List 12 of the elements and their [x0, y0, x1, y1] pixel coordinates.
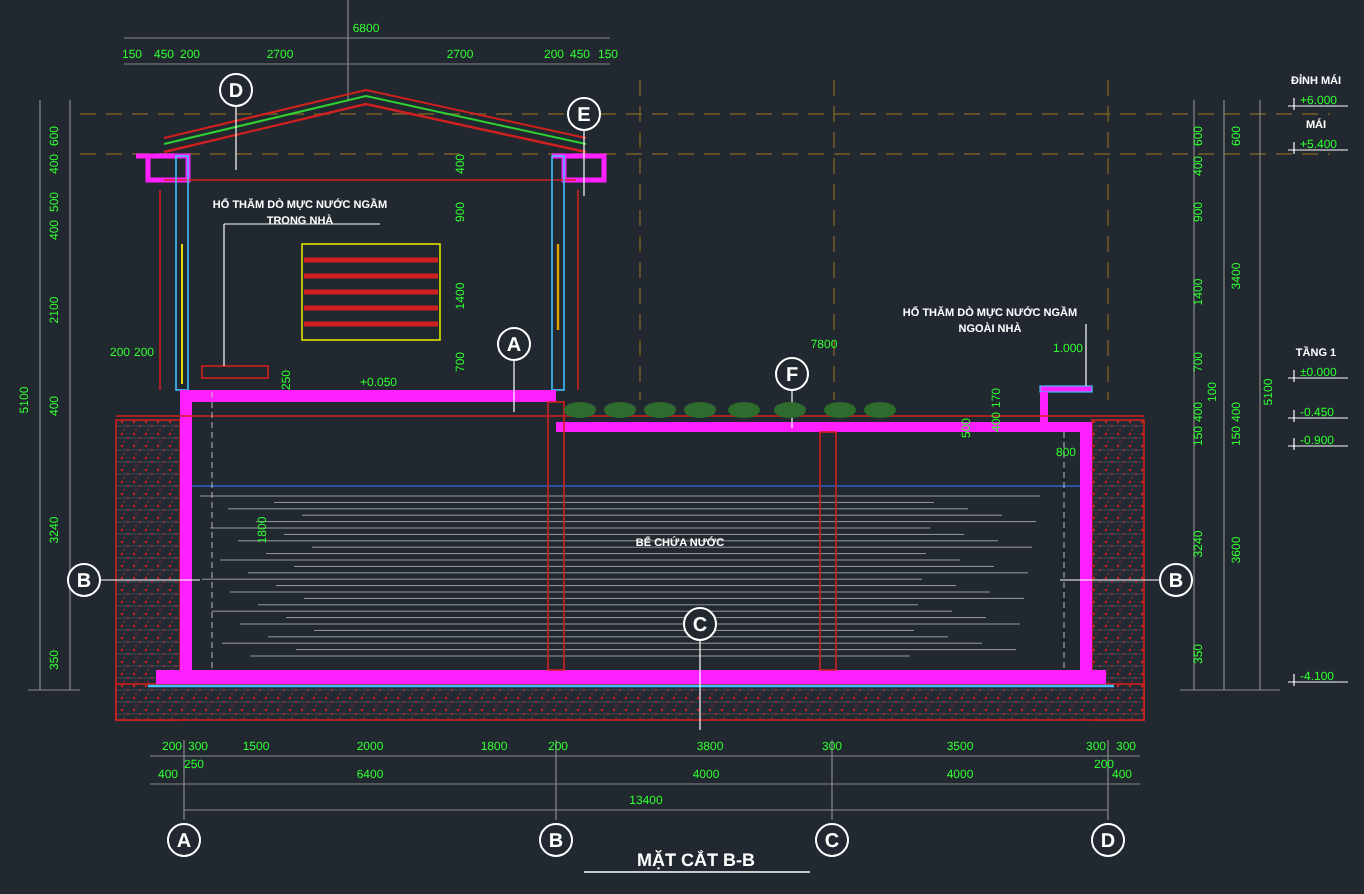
- grid-bubble: F: [775, 357, 809, 391]
- grid-bubble: D: [219, 73, 253, 107]
- drawing-title: MẶT CẮT B-B: [637, 850, 755, 870]
- grid-bubble: B: [539, 823, 573, 857]
- grid-bubble: B: [67, 563, 101, 597]
- grid-bubble: D: [1091, 823, 1125, 857]
- grid-bubble: A: [497, 327, 531, 361]
- grid-bubble: E: [567, 97, 601, 131]
- grid-bubble: C: [815, 823, 849, 857]
- grid-bubble: B: [1159, 563, 1193, 597]
- grid-bubble: C: [683, 607, 717, 641]
- grid-bubble: A: [167, 823, 201, 857]
